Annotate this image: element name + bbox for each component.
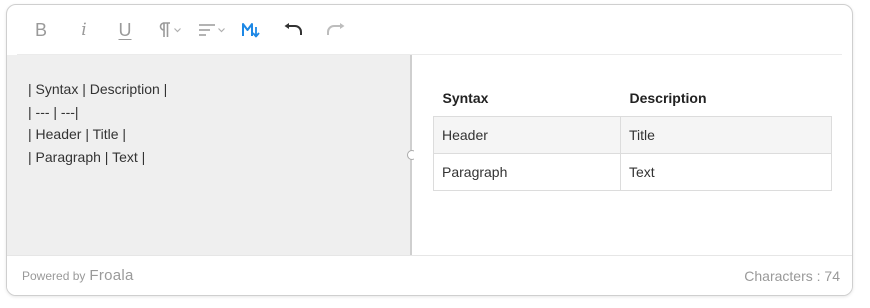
redo-icon [327, 23, 345, 35]
table-row: Header Title [433, 115, 832, 154]
align-button[interactable] [194, 15, 228, 45]
table-cell: Header [433, 115, 621, 154]
preview-table: Syntax Description Header Title Paragrap… [433, 80, 832, 191]
markdown-line: | Paragraph | Text | [28, 148, 146, 165]
character-counter-label: Characters [744, 268, 813, 284]
character-counter-value: 74 [824, 268, 840, 284]
underline-button[interactable]: U [113, 15, 137, 45]
markdown-button[interactable] [238, 15, 264, 45]
table-header-row: Syntax Description [434, 80, 832, 116]
markdown-line: | --- | ---| [28, 103, 79, 120]
chevron-down-icon [217, 27, 225, 32]
undo-icon [284, 23, 302, 35]
paragraph-format-icon [159, 22, 170, 37]
table-cell: Text [620, 152, 832, 191]
underline-icon: U [118, 20, 132, 40]
italic-button[interactable]: i [73, 15, 95, 45]
redo-button[interactable] [323, 15, 349, 45]
powered-by-link[interactable]: Powered by Froala [22, 267, 134, 284]
character-counter-separator: : [812, 268, 825, 284]
bold-button[interactable]: B [29, 15, 53, 45]
italic-icon: i [81, 19, 87, 40]
table-row: Paragraph Text [433, 152, 832, 191]
chevron-down-icon [173, 27, 181, 32]
table-header-cell: Description [629, 89, 707, 106]
markdown-line: | Syntax | Description | [28, 81, 168, 97]
markdown-source-text[interactable]: | Syntax | Description | | --- | ---| | … [28, 78, 167, 168]
markdown-icon [242, 23, 260, 38]
editor-footer: Powered by Froala Characters : 74 [7, 255, 852, 295]
align-icon [198, 24, 215, 36]
table-cell: Paragraph [433, 152, 621, 191]
table-cell: Title [620, 115, 832, 154]
paragraph-format-button[interactable] [153, 15, 185, 45]
markdown-preview-pane: Syntax Description Header Title Paragrap… [414, 55, 852, 255]
froala-editor: B i U | Syntax | Description | | --- | -… [6, 4, 853, 296]
bold-icon: B [34, 20, 47, 40]
toolbar: B i U [7, 5, 852, 55]
character-counter: Characters : 74 [744, 268, 840, 284]
undo-button[interactable] [280, 15, 306, 45]
froala-logo: Froala [89, 267, 134, 284]
markdown-line: | Header | Title | [28, 126, 127, 142]
table-header-cell: Syntax [442, 89, 489, 106]
markdown-source-pane[interactable]: | Syntax | Description | | --- | ---| | … [7, 55, 412, 255]
powered-by-label: Powered by [22, 269, 86, 283]
